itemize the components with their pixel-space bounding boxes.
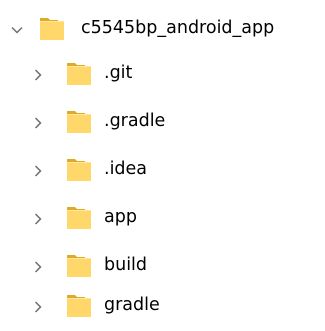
tree-item-git[interactable]: .git (0, 51, 325, 99)
tree-item-label: .git (104, 63, 133, 83)
folder-icon (66, 204, 91, 230)
tree-item-label: .gradle (104, 111, 166, 131)
chevron-right-icon[interactable] (32, 69, 44, 81)
tree-item-label: gradle (104, 295, 160, 315)
chevron-right-icon[interactable] (32, 165, 44, 177)
tree-item-label: .idea (104, 159, 148, 179)
tree-item-label: c5545bp_android_app (81, 18, 275, 38)
folder-tree: c5545bp_android_app .git .gradle .idea a… (0, 0, 325, 331)
tree-item-label: build (104, 255, 148, 275)
tree-item-root[interactable]: c5545bp_android_app (0, 6, 325, 54)
chevron-right-icon[interactable] (32, 261, 44, 273)
folder-icon (39, 15, 64, 41)
folder-icon (66, 252, 91, 278)
chevron-right-icon[interactable] (32, 117, 44, 129)
tree-item-label: app (104, 207, 137, 227)
tree-item-gradle-cache[interactable]: .gradle (0, 99, 325, 147)
tree-item-app[interactable]: app (0, 195, 325, 243)
folder-icon (66, 108, 91, 134)
tree-item-idea[interactable]: .idea (0, 147, 325, 195)
chevron-right-icon[interactable] (32, 213, 44, 225)
tree-item-gradle[interactable]: gradle (0, 283, 325, 331)
folder-icon (66, 156, 91, 182)
chevron-down-icon[interactable] (11, 24, 23, 36)
folder-icon (66, 60, 91, 86)
chevron-right-icon[interactable] (32, 301, 44, 313)
folder-icon (66, 292, 91, 318)
